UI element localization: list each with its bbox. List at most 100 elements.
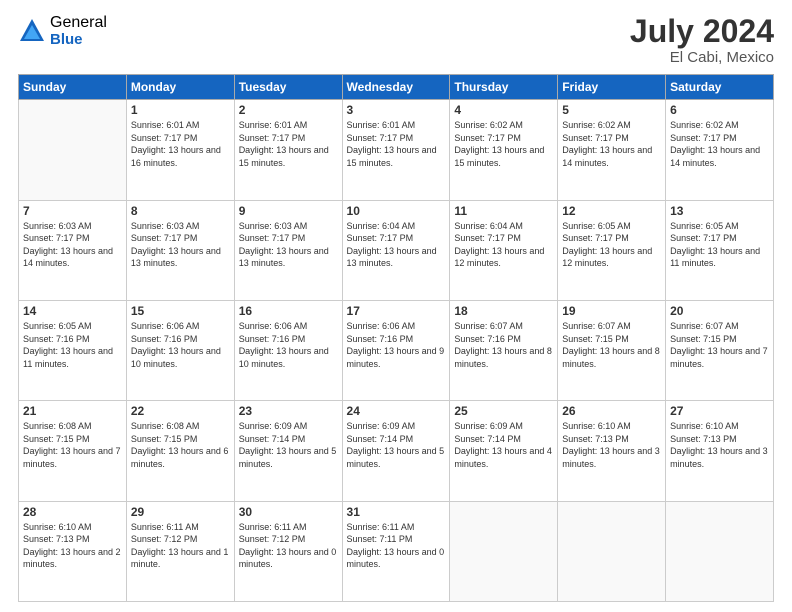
day-number: 7 xyxy=(23,204,122,218)
calendar-cell: 29Sunrise: 6:11 AMSunset: 7:12 PMDayligh… xyxy=(126,501,234,601)
day-number: 24 xyxy=(347,404,446,418)
day-number: 18 xyxy=(454,304,553,318)
day-info: Sunrise: 6:08 AMSunset: 7:15 PMDaylight:… xyxy=(23,420,122,470)
calendar-cell: 21 Sunrise: 6:08 AMSunset: 7:15 PMDayligh… xyxy=(19,401,127,501)
day-info: Sunrise: 6:09 AMSunset: 7:14 PMDaylight:… xyxy=(347,420,446,470)
calendar-cell: 9Sunrise: 6:03 AMSunset: 7:17 PMDaylight… xyxy=(234,200,342,300)
calendar-cell xyxy=(666,501,774,601)
calendar-cell: 13 Sunrise: 6:05 AMSunset: 7:17 PMDayligh… xyxy=(666,200,774,300)
day-info: Sunrise: 6:05 AMSunset: 7:17 PMDaylight:… xyxy=(670,220,769,270)
calendar-week-1: 7 Sunrise: 6:03 AMSunset: 7:17 PMDaylight… xyxy=(19,200,774,300)
day-number: 27 xyxy=(670,404,769,418)
calendar-cell: 18 Sunrise: 6:07 AMSunset: 7:16 PMDayligh… xyxy=(450,300,558,400)
weekday-header-saturday: Saturday xyxy=(666,75,774,100)
day-number: 3 xyxy=(347,103,446,117)
day-number: 4 xyxy=(454,103,553,117)
day-info: Sunrise: 6:01 AMSunset: 7:17 PMDaylight:… xyxy=(131,119,230,169)
day-number: 8 xyxy=(131,204,230,218)
calendar-cell: 28 Sunrise: 6:10 AMSunset: 7:13 PMDayligh… xyxy=(19,501,127,601)
day-number: 26 xyxy=(562,404,661,418)
calendar-cell: 19Sunrise: 6:07 AMSunset: 7:15 PMDayligh… xyxy=(558,300,666,400)
day-info: Sunrise: 6:10 AMSunset: 7:13 PMDaylight:… xyxy=(562,420,661,470)
calendar-cell: 12 Sunrise: 6:05 AMSunset: 7:17 PMDayligh… xyxy=(558,200,666,300)
day-number: 28 xyxy=(23,505,122,519)
day-number: 2 xyxy=(239,103,338,117)
calendar-cell: 8 Sunrise: 6:03 AMSunset: 7:17 PMDaylight… xyxy=(126,200,234,300)
day-number: 17 xyxy=(347,304,446,318)
calendar-cell: 11Sunrise: 6:04 AMSunset: 7:17 PMDayligh… xyxy=(450,200,558,300)
day-number: 16 xyxy=(239,304,338,318)
calendar-cell: 3 Sunrise: 6:01 AMSunset: 7:17 PMDaylight… xyxy=(342,100,450,200)
calendar-cell: 17Sunrise: 6:06 AMSunset: 7:16 PMDayligh… xyxy=(342,300,450,400)
day-number: 22 xyxy=(131,404,230,418)
day-info: Sunrise: 6:02 AMSunset: 7:17 PMDaylight:… xyxy=(562,119,661,169)
logo-text: General Blue xyxy=(50,14,107,48)
logo-general: General xyxy=(50,14,107,32)
day-info: Sunrise: 6:11 AMSunset: 7:12 PMDaylight:… xyxy=(239,521,338,571)
day-info: Sunrise: 6:09 AMSunset: 7:14 PMDaylight:… xyxy=(239,420,338,470)
day-info: Sunrise: 6:10 AMSunset: 7:13 PMDaylight:… xyxy=(23,521,122,571)
day-info: Sunrise: 6:07 AMSunset: 7:16 PMDaylight:… xyxy=(454,320,553,370)
calendar-week-2: 14Sunrise: 6:05 AMSunset: 7:16 PMDayligh… xyxy=(19,300,774,400)
day-number: 30 xyxy=(239,505,338,519)
logo-blue: Blue xyxy=(50,32,107,49)
weekday-header-friday: Friday xyxy=(558,75,666,100)
day-info: Sunrise: 6:05 AMSunset: 7:17 PMDaylight:… xyxy=(562,220,661,270)
calendar-week-0: 1 Sunrise: 6:01 AMSunset: 7:17 PMDaylight… xyxy=(19,100,774,200)
day-number: 21 xyxy=(23,404,122,418)
day-info: Sunrise: 6:06 AMSunset: 7:16 PMDaylight:… xyxy=(239,320,338,370)
calendar-cell: 2 Sunrise: 6:01 AMSunset: 7:17 PMDaylight… xyxy=(234,100,342,200)
calendar-cell: 25Sunrise: 6:09 AMSunset: 7:14 PMDayligh… xyxy=(450,401,558,501)
day-number: 5 xyxy=(562,103,661,117)
header: General Blue July 2024 El Cabi, Mexico xyxy=(18,14,774,66)
weekday-header-wednesday: Wednesday xyxy=(342,75,450,100)
day-number: 12 xyxy=(562,204,661,218)
calendar-cell: 7Sunrise: 6:03 AMSunset: 7:17 PMDaylight… xyxy=(19,200,127,300)
calendar-cell: 6 Sunrise: 6:02 AMSunset: 7:17 PMDaylight… xyxy=(666,100,774,200)
day-number: 23 xyxy=(239,404,338,418)
day-number: 1 xyxy=(131,103,230,117)
calendar-cell: 16 Sunrise: 6:06 AMSunset: 7:16 PMDayligh… xyxy=(234,300,342,400)
calendar-cell: 5 Sunrise: 6:02 AMSunset: 7:17 PMDaylight… xyxy=(558,100,666,200)
title-month: July 2024 xyxy=(630,14,774,49)
day-info: Sunrise: 6:03 AMSunset: 7:17 PMDaylight:… xyxy=(239,220,338,270)
calendar-week-4: 28 Sunrise: 6:10 AMSunset: 7:13 PMDayligh… xyxy=(19,501,774,601)
day-info: Sunrise: 6:05 AMSunset: 7:16 PMDaylight:… xyxy=(23,320,122,370)
day-info: Sunrise: 6:01 AMSunset: 7:17 PMDaylight:… xyxy=(347,119,446,169)
logo: General Blue xyxy=(18,14,107,48)
day-info: Sunrise: 6:10 AMSunset: 7:13 PMDaylight:… xyxy=(670,420,769,470)
title-block: July 2024 El Cabi, Mexico xyxy=(630,14,774,66)
day-info: Sunrise: 6:03 AMSunset: 7:17 PMDaylight:… xyxy=(131,220,230,270)
calendar-cell: 14Sunrise: 6:05 AMSunset: 7:16 PMDayligh… xyxy=(19,300,127,400)
day-number: 25 xyxy=(454,404,553,418)
calendar-cell: 22 Sunrise: 6:08 AMSunset: 7:15 PMDayligh… xyxy=(126,401,234,501)
calendar-cell: 23 Sunrise: 6:09 AMSunset: 7:14 PMDayligh… xyxy=(234,401,342,501)
day-number: 10 xyxy=(347,204,446,218)
calendar-cell: 1 Sunrise: 6:01 AMSunset: 7:17 PMDaylight… xyxy=(126,100,234,200)
day-info: Sunrise: 6:07 AMSunset: 7:15 PMDaylight:… xyxy=(562,320,661,370)
calendar-cell xyxy=(19,100,127,200)
weekday-header-monday: Monday xyxy=(126,75,234,100)
day-number: 31 xyxy=(347,505,446,519)
weekday-header-tuesday: Tuesday xyxy=(234,75,342,100)
calendar-cell xyxy=(450,501,558,601)
day-number: 6 xyxy=(670,103,769,117)
day-info: Sunrise: 6:02 AMSunset: 7:17 PMDaylight:… xyxy=(454,119,553,169)
calendar-cell: 27 Sunrise: 6:10 AMSunset: 7:13 PMDayligh… xyxy=(666,401,774,501)
day-number: 11 xyxy=(454,204,553,218)
calendar-cell: 31Sunrise: 6:11 AMSunset: 7:11 PMDayligh… xyxy=(342,501,450,601)
day-number: 29 xyxy=(131,505,230,519)
day-info: Sunrise: 6:01 AMSunset: 7:17 PMDaylight:… xyxy=(239,119,338,169)
calendar-cell xyxy=(558,501,666,601)
calendar-cell: 15 Sunrise: 6:06 AMSunset: 7:16 PMDayligh… xyxy=(126,300,234,400)
day-info: Sunrise: 6:08 AMSunset: 7:15 PMDaylight:… xyxy=(131,420,230,470)
calendar-week-3: 21 Sunrise: 6:08 AMSunset: 7:15 PMDayligh… xyxy=(19,401,774,501)
day-number: 13 xyxy=(670,204,769,218)
calendar-cell: 30 Sunrise: 6:11 AMSunset: 7:12 PMDayligh… xyxy=(234,501,342,601)
day-info: Sunrise: 6:02 AMSunset: 7:17 PMDaylight:… xyxy=(670,119,769,169)
weekday-header-thursday: Thursday xyxy=(450,75,558,100)
day-number: 15 xyxy=(131,304,230,318)
calendar-cell: 20Sunrise: 6:07 AMSunset: 7:15 PMDayligh… xyxy=(666,300,774,400)
logo-icon xyxy=(18,17,46,45)
day-info: Sunrise: 6:06 AMSunset: 7:16 PMDaylight:… xyxy=(131,320,230,370)
